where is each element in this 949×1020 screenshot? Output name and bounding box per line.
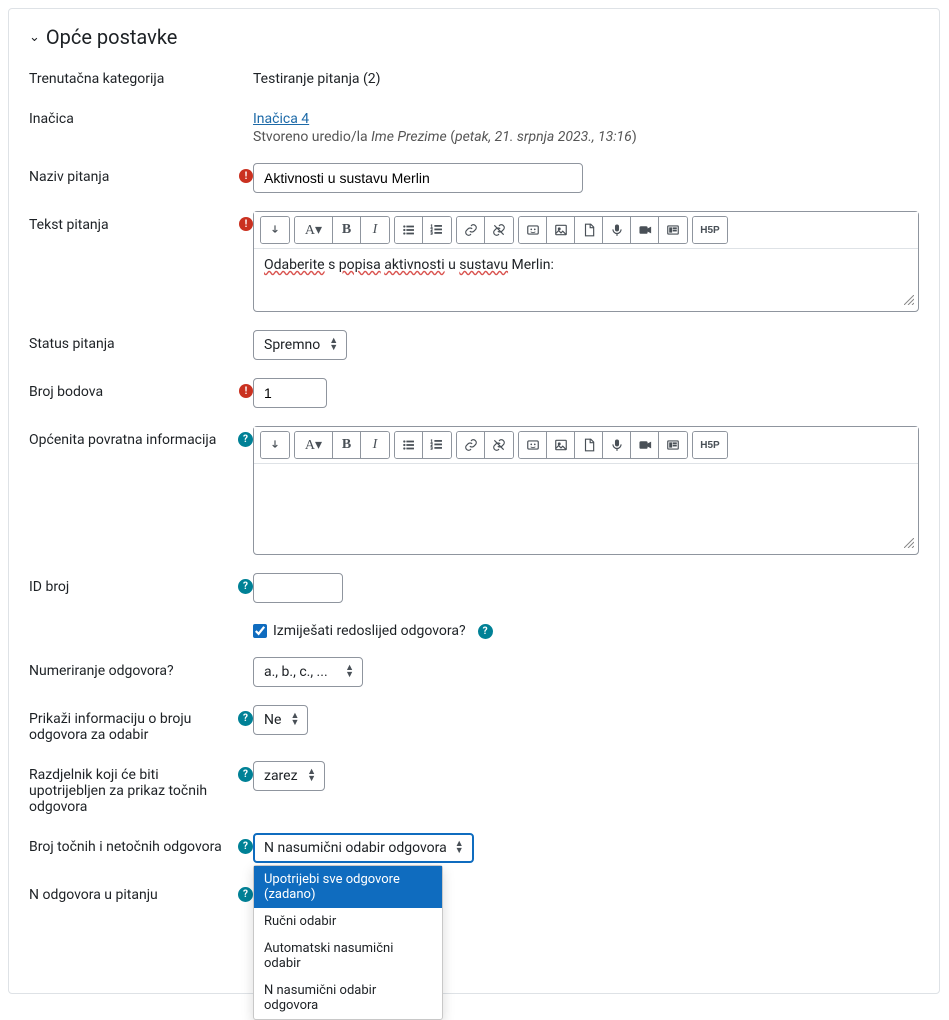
- toolbar-video-icon[interactable]: [631, 217, 659, 243]
- required-icon: !: [239, 217, 253, 231]
- label-general-feedback: Općenita povratna informacija: [29, 432, 232, 448]
- toolbar-manage-icon[interactable]: [659, 432, 687, 458]
- toolbar-italic-icon[interactable]: I: [361, 432, 389, 458]
- id-number-input[interactable]: [253, 573, 343, 603]
- help-icon[interactable]: ?: [238, 579, 253, 594]
- default-mark-input[interactable]: [253, 378, 327, 408]
- label-separator: Razdjelnik koji će biti upotrijebljen za…: [29, 767, 232, 815]
- toolbar-image-icon[interactable]: [547, 432, 575, 458]
- toolbar-h5p-icon[interactable]: H5P: [693, 217, 727, 243]
- toolbar-ul-icon[interactable]: [395, 217, 423, 243]
- general-feedback-content[interactable]: [254, 464, 918, 536]
- toolbar-toggle-icon[interactable]: [261, 432, 289, 458]
- required-icon: !: [239, 384, 253, 398]
- label-id-number: ID broj: [29, 579, 232, 595]
- help-icon[interactable]: ?: [478, 624, 493, 639]
- toolbar-link-icon[interactable]: [457, 217, 485, 243]
- general-feedback-editor: A▾ B I 123: [253, 426, 919, 555]
- label-default-mark: Broj bodova: [29, 384, 233, 400]
- show-num-correct-select[interactable]: Ne▲▼: [253, 705, 308, 735]
- general-settings-panel: ⌄ Opće postavke Trenutačna kategorija Te…: [8, 8, 940, 994]
- toolbar-unlink-icon[interactable]: [485, 432, 513, 458]
- toolbar-paragraph-icon[interactable]: A▾: [295, 217, 333, 243]
- chevron-down-icon: ⌄: [29, 30, 40, 45]
- toolbar-paragraph-icon[interactable]: A▾: [295, 432, 333, 458]
- help-icon[interactable]: ?: [238, 767, 253, 782]
- dropdown-option[interactable]: N nasumični odabir odgovora: [254, 977, 442, 1019]
- status-select[interactable]: Spremno▲▼: [253, 330, 347, 360]
- value-current-category: Testiranje pitanja (2): [253, 65, 919, 87]
- section-header[interactable]: ⌄ Opće postavke: [29, 25, 919, 49]
- num-correct-incorrect-select[interactable]: N nasumični odabir odgovora▲▼: [253, 833, 474, 863]
- version-meta: Stvoreno uredio/la Ime Prezime (petak, 2…: [253, 129, 919, 145]
- question-text-editor: A▾ B I 123: [253, 211, 919, 312]
- label-show-num-correct: Prikaži informaciju o broju odgovora za …: [29, 711, 232, 743]
- editor-toolbar: A▾ B I 123: [254, 427, 918, 464]
- toolbar-h5p-icon[interactable]: H5P: [693, 432, 727, 458]
- toolbar-unlink-icon[interactable]: [485, 217, 513, 243]
- toolbar-file-icon[interactable]: [575, 432, 603, 458]
- toolbar-manage-icon[interactable]: [659, 217, 687, 243]
- toolbar-emoji-icon[interactable]: [519, 432, 547, 458]
- toolbar-bold-icon[interactable]: B: [333, 217, 361, 243]
- numbering-select[interactable]: a., b., c., ...▲▼: [253, 657, 363, 687]
- toolbar-link-icon[interactable]: [457, 432, 485, 458]
- dropdown-option[interactable]: Ručni odabir: [254, 908, 442, 935]
- toolbar-ol-icon[interactable]: 123: [423, 217, 451, 243]
- label-question-name: Naziv pitanja: [29, 169, 233, 185]
- toolbar-bold-icon[interactable]: B: [333, 432, 361, 458]
- shuffle-checkbox[interactable]: [253, 624, 267, 638]
- label-current-category: Trenutačna kategorija: [29, 71, 253, 87]
- toolbar-image-icon[interactable]: [547, 217, 575, 243]
- help-icon[interactable]: ?: [238, 839, 253, 854]
- required-icon: !: [239, 169, 253, 183]
- label-status: Status pitanja: [29, 336, 253, 352]
- help-icon[interactable]: ?: [238, 711, 253, 726]
- resize-handle-icon[interactable]: [254, 536, 918, 554]
- dropdown-option[interactable]: Upotrijebi sve odgovore (zadano): [254, 866, 442, 908]
- label-shuffle: Izmiješati redoslijed odgovora?: [273, 623, 466, 639]
- toolbar-toggle-icon[interactable]: [261, 217, 289, 243]
- toolbar-file-icon[interactable]: [575, 217, 603, 243]
- toolbar-mic-icon[interactable]: [603, 432, 631, 458]
- toolbar-ul-icon[interactable]: [395, 432, 423, 458]
- editor-toolbar: A▾ B I 123: [254, 212, 918, 249]
- question-name-input[interactable]: [253, 163, 583, 193]
- toolbar-italic-icon[interactable]: I: [361, 217, 389, 243]
- label-question-text: Tekst pitanja: [29, 217, 233, 233]
- section-title: Opće postavke: [46, 25, 178, 49]
- num-correct-incorrect-dropdown: Upotrijebi sve odgovore (zadano) Ručni o…: [253, 865, 443, 1020]
- label-n-answers: N odgovora u pitanju: [29, 887, 232, 903]
- question-text-content[interactable]: Odaberite s popisa aktivnosti u sustavu …: [254, 249, 918, 293]
- resize-handle-icon[interactable]: [254, 293, 918, 311]
- toolbar-mic-icon[interactable]: [603, 217, 631, 243]
- toolbar-video-icon[interactable]: [631, 432, 659, 458]
- svg-text:3: 3: [431, 446, 433, 451]
- help-icon[interactable]: ?: [238, 432, 253, 447]
- svg-text:3: 3: [431, 231, 433, 236]
- label-numbering: Numeriranje odgovora?: [29, 663, 253, 679]
- help-icon[interactable]: ?: [238, 887, 253, 902]
- label-num-correct-incorrect: Broj točnih i netočnih odgovora: [29, 839, 232, 855]
- separator-select[interactable]: zarez▲▼: [253, 761, 325, 791]
- toolbar-ol-icon[interactable]: 123: [423, 432, 451, 458]
- version-link[interactable]: Inačica 4: [253, 111, 309, 127]
- label-version: Inačica: [29, 111, 253, 127]
- dropdown-option[interactable]: Automatski nasumični odabir: [254, 935, 442, 977]
- toolbar-emoji-icon[interactable]: [519, 217, 547, 243]
